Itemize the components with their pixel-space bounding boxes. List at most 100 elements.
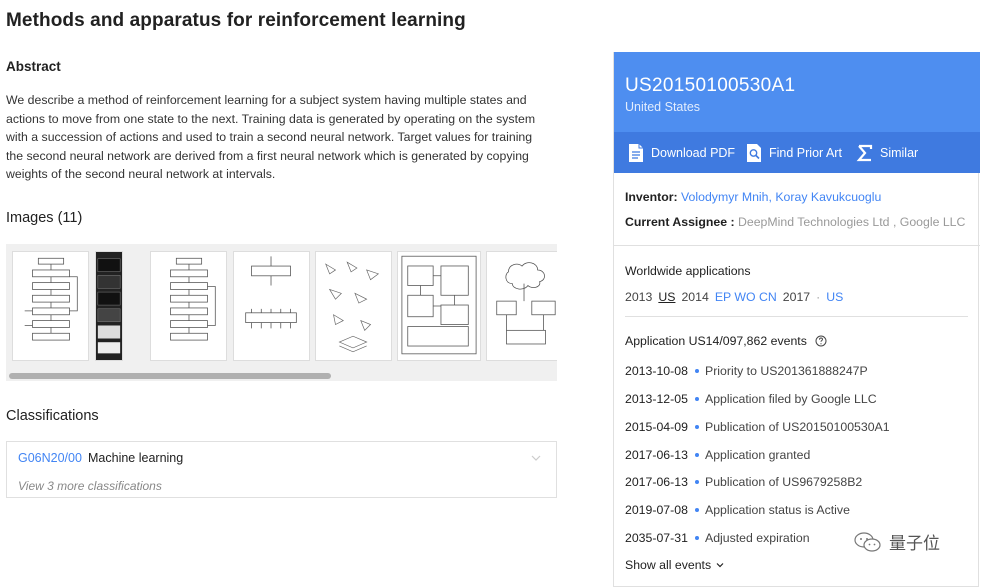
block-diagram-thumbnail-icon — [401, 255, 477, 355]
wechat-icon — [854, 531, 881, 552]
event-date: 2035-07-31 — [625, 531, 688, 545]
show-all-events-label: Show all events — [625, 558, 712, 572]
download-pdf-button[interactable]: Download PDF — [627, 142, 735, 164]
abstract-line: weights of the second neural network at … — [6, 167, 276, 182]
abstract-line: We describe a method of reinforcement le… — [6, 93, 527, 107]
event-text: Priority to US201361888247P — [705, 364, 868, 378]
separator-dot: · — [816, 290, 821, 304]
similar-label: Similar — [880, 146, 919, 160]
inventor-label: Inventor: — [625, 190, 678, 204]
patent-toolbar: Download PDF Find Prior Art Similar — [614, 132, 980, 173]
image-thumbnail[interactable] — [397, 251, 481, 361]
chevron-down-icon — [716, 563, 724, 568]
classification-code-link[interactable]: G06N20/00 — [18, 451, 82, 465]
event-row[interactable]: 2015-04-09 Publication of US20150100530A… — [625, 420, 890, 434]
watermark: 量子位 — [853, 529, 940, 554]
pdf-document-icon — [629, 144, 643, 162]
country-links-2014[interactable]: EP WO CN — [715, 290, 777, 304]
events-heading-label: Application US14/097,862 events — [625, 334, 807, 348]
country-link-2017[interactable]: US — [826, 290, 843, 304]
flowchart-thumbnail-icon — [24, 257, 78, 341]
inventor-line: Inventor: Volodymyr Mnih, Koray Kavukcuo… — [625, 190, 881, 204]
scatter-thumbnail-icon — [325, 261, 380, 353]
abstract-text: We describe a method of reinforcement le… — [6, 91, 546, 184]
year-2017: 2017 — [782, 290, 811, 304]
year-2013: 2013 — [625, 290, 653, 304]
similar-button[interactable]: Similar — [856, 142, 918, 164]
event-row[interactable]: 2035-07-31 Adjusted expiration — [625, 531, 810, 545]
event-row[interactable]: 2013-12-05 Application filed by Google L… — [625, 392, 877, 406]
event-row[interactable]: 2019-07-08 Application status is Active — [625, 503, 850, 517]
download-pdf-label: Download PDF — [651, 146, 736, 160]
event-date: 2013-12-05 — [625, 392, 688, 406]
image-thumbnail[interactable] — [315, 251, 392, 361]
divider — [625, 316, 968, 317]
event-text: Application status is Active — [705, 503, 850, 517]
watermark-text: 量子位 — [889, 534, 940, 553]
sigma-icon — [856, 144, 873, 162]
event-bullet — [695, 480, 699, 484]
patent-side-panel: US20150100530A1 United States Download P… — [613, 52, 980, 587]
event-text: Application granted — [705, 448, 811, 462]
image-thumbnail[interactable] — [12, 251, 89, 361]
image-carousel[interactable] — [6, 244, 557, 381]
images-heading: Images (11) — [6, 210, 83, 226]
page-title: Methods and apparatus for reinforcement … — [6, 10, 466, 31]
abstract-heading: Abstract — [6, 59, 61, 74]
publication-country: United States — [625, 100, 701, 114]
events-heading: Application US14/097,862 events — [625, 334, 827, 348]
carousel-scrollbar[interactable] — [6, 371, 557, 381]
event-text: Adjusted expiration — [705, 531, 810, 545]
country-link-2013[interactable]: US — [658, 290, 675, 304]
event-text: Publication of US9679258B2 — [705, 475, 863, 489]
event-row[interactable]: 2017-06-13 Application granted — [625, 448, 810, 462]
chevron-down-icon[interactable] — [530, 452, 542, 464]
event-text: Application filed by Google LLC — [705, 392, 877, 406]
assignee-label: Current Assignee : — [625, 215, 735, 229]
show-all-events-button[interactable]: Show all events — [625, 558, 725, 572]
publication-number: US20150100530A1 — [625, 75, 796, 96]
worldwide-heading: Worldwide applications — [625, 264, 751, 278]
screenshots-thumbnail-icon — [97, 258, 121, 354]
inventor-links[interactable]: Volodymyr Mnih, Koray Kavukcuoglu — [681, 190, 881, 204]
abstract-line: actions to move from one state to the ne… — [6, 111, 536, 126]
assignee-value: DeepMind Technologies Ltd , Google LLC — [737, 215, 966, 229]
event-date: 2013-10-08 — [625, 364, 688, 378]
image-thumbnail[interactable] — [233, 251, 310, 361]
event-bullet — [695, 508, 699, 512]
diagram-thumbnail-icon — [245, 256, 297, 329]
image-thumbnail[interactable] — [95, 251, 123, 361]
find-prior-art-button[interactable]: Find Prior Art — [745, 142, 842, 164]
cloud-diagram-thumbnail-icon — [496, 262, 556, 345]
event-date: 2017-06-13 — [625, 475, 688, 489]
event-bullet — [695, 536, 699, 540]
event-text: Publication of US20150100530A1 — [705, 420, 890, 434]
event-date: 2017-06-13 — [625, 448, 688, 462]
worldwide-applications: 2013 US 2014 EP WO CN 2017 · US — [625, 290, 849, 304]
event-bullet — [695, 397, 699, 401]
find-prior-art-label: Find Prior Art — [769, 146, 842, 160]
event-date: 2019-07-08 — [625, 503, 688, 517]
abstract-line: the second neural network are derived fr… — [6, 148, 529, 163]
image-thumbnail[interactable] — [486, 251, 557, 361]
year-2014: 2014 — [681, 290, 709, 304]
event-row[interactable]: 2017-06-13 Publication of US9679258B2 — [625, 475, 862, 489]
view-more-classifications-link[interactable]: View 3 more classifications — [18, 479, 162, 493]
classification-label: Machine learning — [88, 451, 184, 465]
event-bullet — [695, 453, 699, 457]
abstract-line: with a succession of actions and used to… — [6, 130, 533, 145]
help-icon[interactable] — [815, 335, 827, 347]
carousel-scroll-thumb[interactable] — [9, 373, 331, 379]
assignee-line: Current Assignee : DeepMind Technologies… — [625, 215, 965, 229]
event-bullet — [695, 369, 699, 373]
event-row[interactable]: 2013-10-08 Priority to US201361888247P — [625, 364, 868, 378]
image-thumbnail[interactable] — [150, 251, 227, 361]
divider — [614, 245, 980, 246]
patent-header: US20150100530A1 United States — [614, 52, 980, 132]
event-bullet — [695, 425, 699, 429]
flowchart-thumbnail-icon — [170, 257, 216, 341]
event-date: 2015-04-09 — [625, 420, 688, 434]
search-document-icon — [747, 144, 761, 162]
classifications-heading: Classifications — [6, 408, 99, 424]
classification-box: G06N20/00 Machine learning View 3 more c… — [6, 441, 557, 498]
